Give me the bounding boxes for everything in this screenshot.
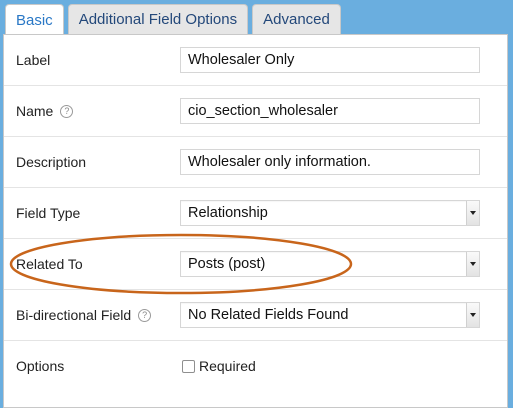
name-row: Name ? cio_section_wholesaler <box>4 86 507 137</box>
field-type-value: Relationship <box>188 205 268 221</box>
help-icon[interactable]: ? <box>138 308 152 322</box>
chevron-down-icon <box>466 252 479 276</box>
field-settings-panel: Label Wholesaler Only Name ? cio_section… <box>3 34 508 408</box>
bidirectional-label: Bi-directional Field ? <box>16 290 152 340</box>
related-to-row: Related To Posts (post) <box>4 239 507 290</box>
description-field-label: Description <box>16 154 87 170</box>
name-input[interactable]: cio_section_wholesaler <box>180 98 480 124</box>
options-label: Options <box>16 358 65 374</box>
tab-additional-field-options[interactable]: Additional Field Options <box>67 4 249 34</box>
field-type-row: Field Type Relationship <box>4 188 507 239</box>
label-input[interactable]: Wholesaler Only <box>180 47 480 73</box>
tab-advanced[interactable]: Advanced <box>252 4 341 34</box>
options-row: Options Required <box>4 341 507 392</box>
bidirectional-row: Bi-directional Field ? No Related Fields… <box>4 290 507 341</box>
related-to-value: Posts (post) <box>188 256 266 272</box>
label-row: Label Wholesaler Only <box>4 35 507 86</box>
required-checkbox[interactable] <box>182 359 195 373</box>
chevron-down-icon <box>466 201 479 225</box>
related-to-select[interactable]: Posts (post) <box>180 251 480 277</box>
field-type-label: Field Type <box>16 205 81 221</box>
related-to-label: Related To <box>16 256 83 272</box>
description-input[interactable]: Wholesaler only information. <box>180 149 480 175</box>
help-icon[interactable]: ? <box>60 104 74 118</box>
tab-bar: Basic Additional Field Options Advanced <box>5 4 341 35</box>
chevron-down-icon <box>466 303 479 327</box>
required-option[interactable]: Required <box>182 341 256 391</box>
name-field-label: Name ? <box>16 86 74 136</box>
bidirectional-label-text: Bi-directional Field <box>16 307 132 323</box>
tab-basic[interactable]: Basic <box>5 4 64 35</box>
label-field-label: Label <box>16 52 51 68</box>
field-type-select[interactable]: Relationship <box>180 200 480 226</box>
description-row: Description Wholesaler only information. <box>4 137 507 188</box>
required-label: Required <box>199 358 256 374</box>
name-label-text: Name <box>16 103 54 119</box>
bidirectional-value: No Related Fields Found <box>188 307 349 323</box>
bidirectional-select[interactable]: No Related Fields Found <box>180 302 480 328</box>
